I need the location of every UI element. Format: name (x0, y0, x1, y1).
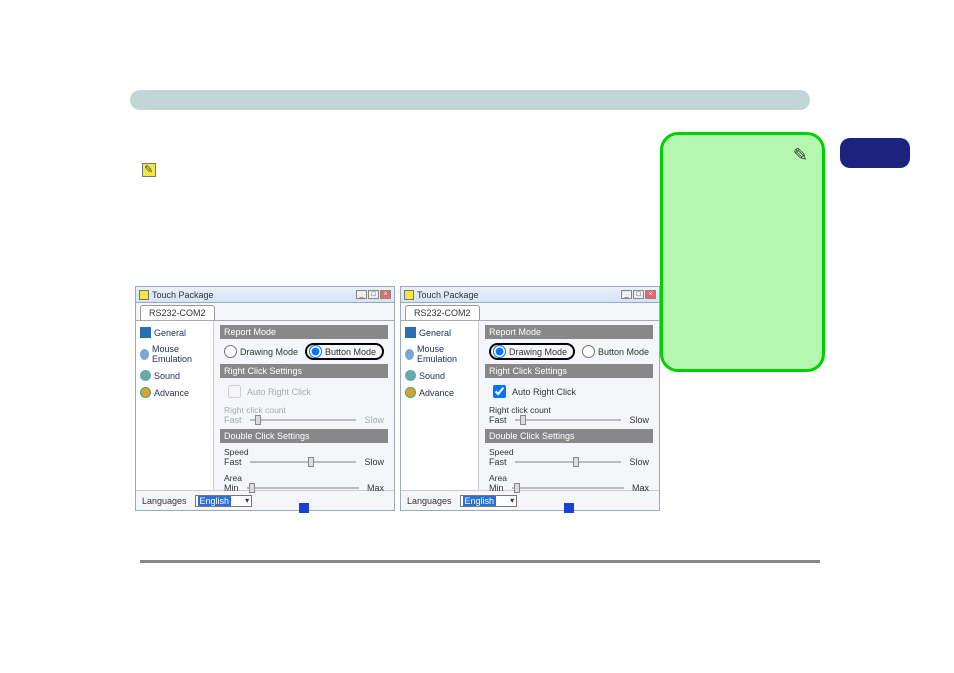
mouse-icon (140, 349, 149, 360)
label-fast: Fast (224, 415, 242, 425)
maximize-button[interactable]: □ (368, 290, 379, 299)
right-click-count-label: Right click count (485, 405, 653, 415)
sidebar-item-advance[interactable]: Advance (405, 387, 474, 398)
label-slow: Slow (629, 457, 649, 467)
speed-label: Speed (220, 447, 388, 457)
label-slow: Slow (629, 415, 649, 425)
main-area: Report Mode Drawing Mode Button Mode Rig… (479, 321, 659, 490)
touch-package-window-right: Touch Package _□× RS232-COM2 General Mou… (400, 286, 660, 511)
right-click-count-label: Right click count (220, 405, 388, 415)
window-buttons[interactable]: _□× (356, 290, 391, 299)
minimize-button[interactable]: _ (356, 290, 367, 299)
blue-pill (840, 138, 910, 168)
section-right-click: Right Click Settings (485, 364, 653, 378)
tab-rs232[interactable]: RS232-COM2 (405, 305, 480, 320)
radio-drawing-mode[interactable]: Drawing Mode (224, 345, 298, 358)
speed-slider[interactable] (515, 461, 622, 463)
area-label: Area (220, 473, 388, 483)
maximize-button[interactable]: □ (633, 290, 644, 299)
footer-rule (140, 560, 820, 563)
label-slow: Slow (364, 457, 384, 467)
chevron-down-icon: ▾ (510, 496, 514, 505)
chevron-down-icon: ▾ (245, 496, 249, 505)
general-icon (405, 327, 416, 338)
main-area: Report Mode Drawing Mode Button Mode Rig… (214, 321, 394, 490)
sound-icon (140, 370, 151, 381)
label-min: Min (224, 483, 239, 493)
speed-label: Speed (485, 447, 653, 457)
speed-slider[interactable] (250, 461, 357, 463)
gear-icon (405, 387, 416, 398)
test-area-box[interactable] (299, 503, 309, 513)
radio-button-mode[interactable]: Button Mode (582, 345, 649, 358)
section-double-click: Double Click Settings (220, 429, 388, 443)
sound-icon (405, 370, 416, 381)
languages-dropdown[interactable]: English▾ (195, 495, 253, 507)
close-button[interactable]: × (380, 290, 391, 299)
label-max: Max (632, 483, 649, 493)
area-slider[interactable] (247, 487, 359, 489)
gear-icon (140, 387, 151, 398)
general-icon (140, 327, 151, 338)
close-button[interactable]: × (645, 290, 656, 299)
label-max: Max (367, 483, 384, 493)
languages-dropdown[interactable]: English▾ (460, 495, 518, 507)
pen-icon: ✎ (793, 145, 808, 166)
sidebar-item-mouse[interactable]: Mouse Emulation (405, 344, 474, 364)
app-icon (404, 290, 414, 300)
minimize-button[interactable]: _ (621, 290, 632, 299)
area-label: Area (485, 473, 653, 483)
section-report-mode: Report Mode (220, 325, 388, 339)
radio-drawing-mode[interactable]: Drawing Mode (489, 343, 575, 360)
section-right-click: Right Click Settings (220, 364, 388, 378)
radio-button-mode[interactable]: Button Mode (305, 343, 384, 360)
languages-label: Languages (407, 496, 452, 506)
note-panel: ✎ (660, 132, 825, 372)
languages-label: Languages (142, 496, 187, 506)
sidebar-item-sound[interactable]: Sound (140, 370, 209, 381)
sidebar-item-mouse[interactable]: Mouse Emulation (140, 344, 209, 364)
section-report-mode: Report Mode (485, 325, 653, 339)
label-fast: Fast (489, 457, 507, 467)
titlebar[interactable]: Touch Package _□× (136, 287, 394, 303)
auto-right-click-checkbox: Auto Right Click (220, 382, 388, 403)
window-title: Touch Package (152, 290, 214, 300)
mouse-icon (405, 349, 414, 360)
sidebar-item-advance[interactable]: Advance (140, 387, 209, 398)
tab-bar: RS232-COM2 (136, 303, 394, 321)
touchpackage-icon (142, 163, 156, 177)
intro-text (140, 160, 640, 178)
sidebar: General Mouse Emulation Sound Advance (136, 321, 214, 490)
tab-rs232[interactable]: RS232-COM2 (140, 305, 215, 320)
tab-bar: RS232-COM2 (401, 303, 659, 321)
test-area-box[interactable] (564, 503, 574, 513)
label-fast: Fast (489, 415, 507, 425)
label-min: Min (489, 483, 504, 493)
auto-right-click-checkbox[interactable]: Auto Right Click (485, 382, 653, 403)
touch-package-window-left: Touch Package _□× RS232-COM2 General Mou… (135, 286, 395, 511)
window-title: Touch Package (417, 290, 479, 300)
sidebar-item-general[interactable]: General (140, 327, 209, 338)
right-click-slider[interactable] (515, 419, 622, 421)
label-slow: Slow (364, 415, 384, 425)
titlebar[interactable]: Touch Package _□× (401, 287, 659, 303)
sidebar-item-sound[interactable]: Sound (405, 370, 474, 381)
header-banner (130, 90, 810, 110)
label-fast: Fast (224, 457, 242, 467)
section-double-click: Double Click Settings (485, 429, 653, 443)
area-slider[interactable] (512, 487, 624, 489)
sidebar: General Mouse Emulation Sound Advance (401, 321, 479, 490)
right-click-slider (250, 419, 357, 421)
sidebar-item-general[interactable]: General (405, 327, 474, 338)
window-buttons[interactable]: _□× (621, 290, 656, 299)
app-icon (139, 290, 149, 300)
